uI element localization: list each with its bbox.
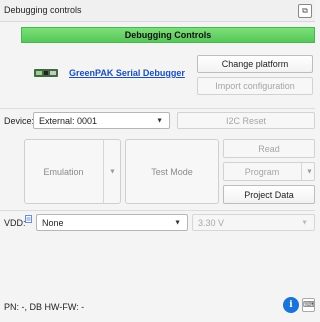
divider: [0, 210, 315, 211]
emulation-label: Emulation: [43, 166, 84, 177]
debugging-controls-header: Debugging Controls: [21, 27, 315, 43]
import-configuration-label: Import configuration: [215, 81, 295, 91]
split-divider: [103, 140, 104, 203]
header-title: Debugging Controls: [124, 30, 212, 40]
chevron-down-icon: ▼: [301, 219, 308, 226]
device-select[interactable]: External: 0001 ▼: [33, 112, 170, 129]
split-divider: [301, 163, 302, 180]
emulation-menu-chevron-icon[interactable]: ▼: [109, 168, 116, 175]
change-platform-button[interactable]: Change platform: [197, 55, 313, 73]
chevron-down-icon: ▼: [156, 117, 163, 124]
keyboard-icon[interactable]: ⌨: [302, 298, 315, 312]
vdd-label: VDD:: [4, 218, 26, 228]
device-label: Device:: [4, 116, 35, 126]
import-configuration-button[interactable]: Import configuration: [197, 77, 313, 95]
info-icon[interactable]: i: [283, 297, 299, 313]
divider: [0, 108, 315, 109]
project-data-button[interactable]: Project Data: [223, 185, 315, 204]
test-mode-label: Test Mode: [151, 166, 193, 177]
vdd-voltage-select[interactable]: 3.30 V ▼: [192, 214, 315, 231]
i2c-reset-label: I2C Reset: [225, 115, 267, 126]
float-window-icon[interactable]: ⧉: [298, 4, 312, 18]
program-label: Program: [244, 166, 280, 177]
device-select-value: External: 0001: [39, 115, 98, 126]
window-titlebar: Debugging controls ⧉: [0, 0, 315, 22]
program-menu-chevron-icon[interactable]: ▼: [306, 168, 313, 175]
vdd-voltage-value: 3.30 V: [198, 217, 225, 228]
window-title: Debugging controls: [4, 5, 82, 15]
read-label: Read: [258, 143, 280, 154]
i2c-reset-button[interactable]: I2C Reset: [177, 112, 315, 129]
vdd-indicator-icon: [25, 215, 32, 223]
test-mode-button[interactable]: Test Mode: [125, 139, 219, 204]
vdd-select-value: None: [42, 217, 64, 228]
chevron-down-icon: ▼: [174, 219, 181, 226]
status-text: PN: -, DB HW-FW: -: [4, 302, 85, 312]
project-data-label: Project Data: [244, 189, 294, 200]
read-button[interactable]: Read: [223, 139, 315, 158]
emulation-button[interactable]: Emulation ▼: [24, 139, 121, 204]
debugger-board-icon: [34, 69, 58, 77]
vdd-select[interactable]: None ▼: [36, 214, 188, 231]
greenpak-serial-debugger-link[interactable]: GreenPAK Serial Debugger: [69, 68, 185, 78]
change-platform-label: Change platform: [221, 59, 289, 69]
program-button[interactable]: Program ▼: [223, 162, 315, 181]
